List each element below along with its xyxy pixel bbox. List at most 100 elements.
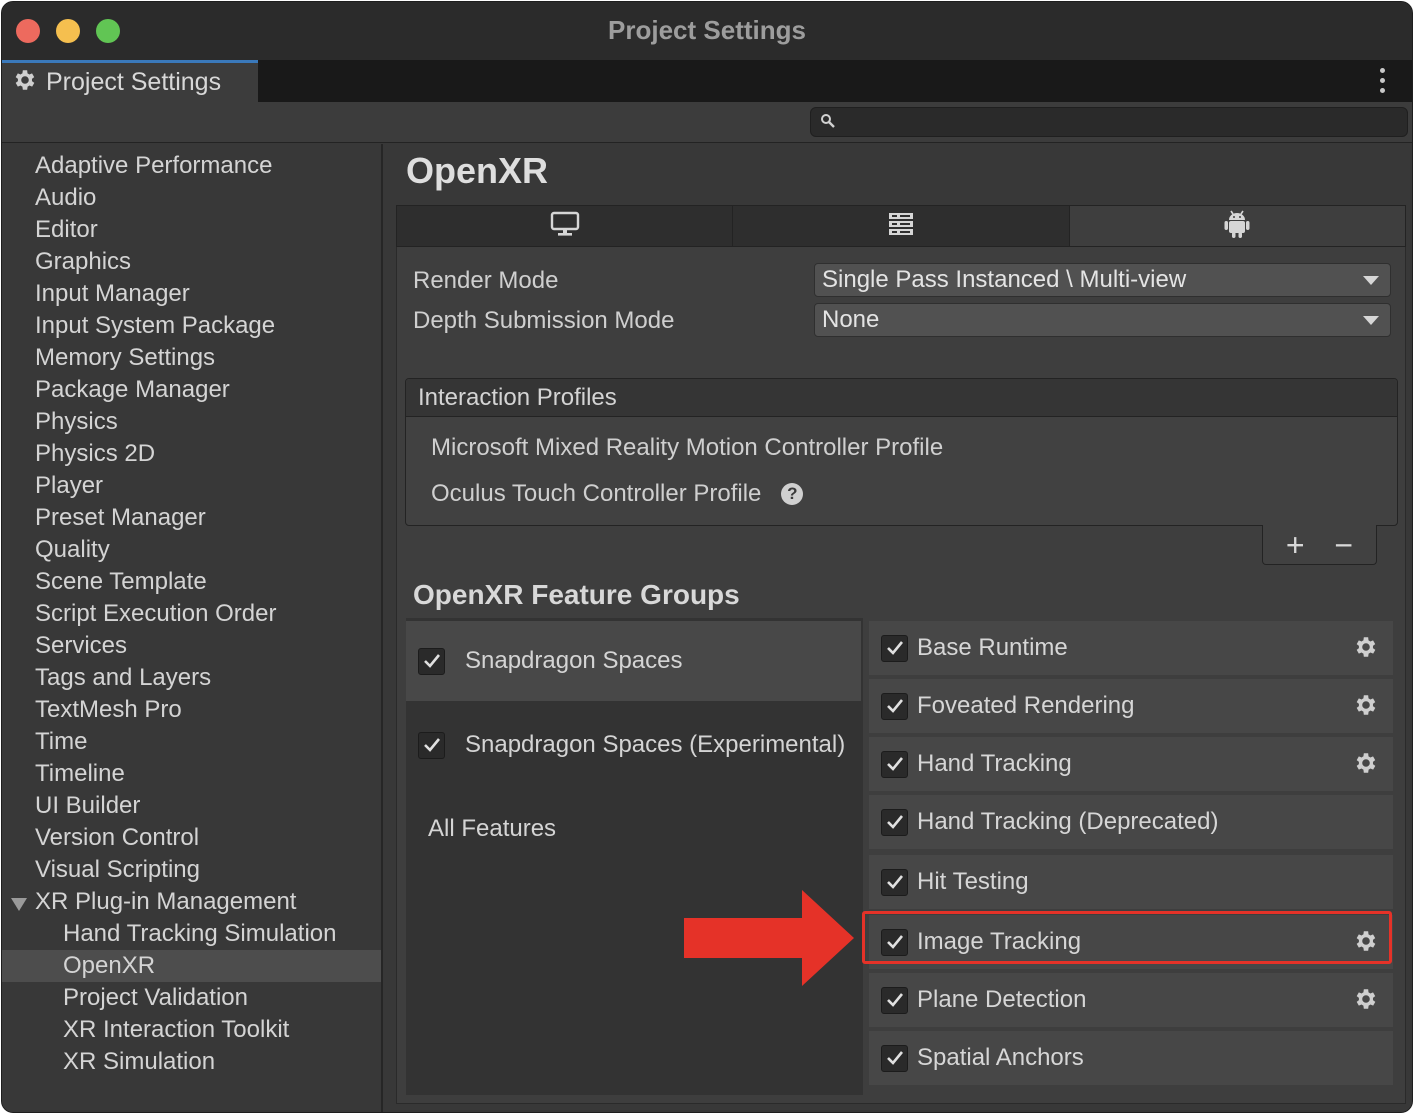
sidebar-item-hand-tracking-simulation[interactable]: Hand Tracking Simulation bbox=[2, 918, 381, 950]
android-icon bbox=[1223, 209, 1251, 244]
feature-group-label: All Features bbox=[428, 815, 557, 842]
sidebar-item-player[interactable]: Player bbox=[2, 470, 381, 502]
profile-add-remove-footer: + − bbox=[1262, 525, 1377, 565]
sidebar-item-input-manager[interactable]: Input Manager bbox=[2, 278, 381, 310]
sidebar-item-quality[interactable]: Quality bbox=[2, 534, 381, 566]
search-row bbox=[2, 102, 1412, 143]
render-mode-value: Single Pass Instanced \ Multi-view bbox=[822, 266, 1187, 293]
sidebar-item-editor[interactable]: Editor bbox=[2, 214, 381, 246]
render-mode-dropdown[interactable]: Single Pass Instanced \ Multi-view bbox=[814, 263, 1391, 297]
sidebar-item-version-control[interactable]: Version Control bbox=[2, 822, 381, 854]
sidebar-item-visual-scripting[interactable]: Visual Scripting bbox=[2, 854, 381, 886]
feature-groups-list: Snapdragon Spaces Snapdragon Spaces (Exp… bbox=[406, 618, 863, 1095]
checkbox[interactable] bbox=[881, 1044, 908, 1072]
sidebar-item-xr-interaction-toolkit[interactable]: XR Interaction Toolkit bbox=[2, 1014, 381, 1046]
sidebar-item-openxr[interactable]: OpenXR bbox=[2, 950, 381, 982]
list-item[interactable]: Oculus Touch Controller Profile ? bbox=[431, 480, 804, 508]
help-icon[interactable]: ? bbox=[781, 483, 804, 505]
sidebar-item-input-system-package[interactable]: Input System Package bbox=[2, 310, 381, 342]
sidebar-item-graphics[interactable]: Graphics bbox=[2, 246, 381, 278]
checkbox[interactable] bbox=[418, 647, 445, 675]
tab-label: Project Settings bbox=[46, 68, 222, 96]
settings-sidebar: Adaptive Performance Audio Editor Graphi… bbox=[2, 144, 383, 1112]
feature-group-label: Snapdragon Spaces bbox=[465, 647, 683, 674]
sidebar-item-script-execution-order[interactable]: Script Execution Order bbox=[2, 598, 381, 630]
gear-icon bbox=[12, 67, 38, 98]
sidebar-item-textmesh-pro[interactable]: TextMesh Pro bbox=[2, 694, 381, 726]
feature-hit-testing[interactable]: Hit Testing bbox=[869, 855, 1393, 909]
sidebar-item-xr-simulation[interactable]: XR Simulation bbox=[2, 1046, 381, 1078]
feature-plane-detection[interactable]: Plane Detection bbox=[869, 973, 1393, 1027]
sidebar-item-timeline[interactable]: Timeline bbox=[2, 758, 381, 790]
feature-label: Hand Tracking (Deprecated) bbox=[917, 808, 1219, 835]
dropdown-arrow-icon bbox=[1363, 316, 1379, 325]
highlight-box bbox=[862, 911, 1392, 964]
title-bar: Project Settings bbox=[2, 2, 1412, 60]
tab-standalone[interactable] bbox=[397, 206, 734, 246]
checkbox[interactable] bbox=[881, 986, 908, 1014]
checkbox[interactable] bbox=[881, 692, 908, 720]
tab-dedicated-server[interactable] bbox=[733, 206, 1070, 246]
sidebar-item-label: XR Plug-in Management bbox=[35, 888, 297, 915]
feature-group-label: Snapdragon Spaces (Experimental) bbox=[465, 731, 846, 758]
feature-label: Spatial Anchors bbox=[917, 1044, 1084, 1071]
annotation-arrow-icon bbox=[684, 890, 854, 991]
sidebar-item-scene-template[interactable]: Scene Template bbox=[2, 566, 381, 598]
sidebar-item-xr-plugin-management[interactable]: XR Plug-in Management bbox=[2, 886, 381, 918]
render-mode-label: Render Mode bbox=[413, 267, 559, 294]
feature-group-snapdragon-spaces[interactable]: Snapdragon Spaces bbox=[406, 621, 861, 701]
search-input[interactable] bbox=[810, 107, 1408, 137]
gear-icon[interactable] bbox=[1353, 692, 1379, 725]
checkbox[interactable] bbox=[418, 731, 445, 759]
feature-base-runtime[interactable]: Base Runtime bbox=[869, 621, 1393, 675]
feature-hand-tracking-deprecated[interactable]: Hand Tracking (Deprecated) bbox=[869, 795, 1393, 849]
profile-label: Microsoft Mixed Reality Motion Controlle… bbox=[431, 434, 944, 461]
expand-caret-icon[interactable] bbox=[11, 898, 27, 911]
feature-group-all-features[interactable]: All Features bbox=[406, 789, 861, 869]
server-icon bbox=[888, 211, 914, 242]
more-options-icon[interactable] bbox=[1380, 68, 1386, 93]
sidebar-item-physics-2d[interactable]: Physics 2D bbox=[2, 438, 381, 470]
depth-submission-mode-label: Depth Submission Mode bbox=[413, 307, 675, 334]
feature-foveated-rendering[interactable]: Foveated Rendering bbox=[869, 679, 1393, 733]
editor-tab-strip: Project Settings bbox=[2, 60, 1412, 102]
depth-submission-mode-value: None bbox=[822, 306, 880, 333]
depth-submission-mode-dropdown[interactable]: None bbox=[814, 303, 1391, 337]
sidebar-item-tags-and-layers[interactable]: Tags and Layers bbox=[2, 662, 381, 694]
sidebar-item-memory-settings[interactable]: Memory Settings bbox=[2, 342, 381, 374]
feature-spatial-anchors[interactable]: Spatial Anchors bbox=[869, 1031, 1393, 1085]
checkbox[interactable] bbox=[881, 868, 908, 896]
gear-icon[interactable] bbox=[1353, 750, 1379, 783]
project-settings-window: Project Settings Project Settings Adapti… bbox=[1, 1, 1413, 1113]
desktop-icon bbox=[550, 211, 580, 242]
feature-groups-title: OpenXR Feature Groups bbox=[413, 579, 740, 610]
sidebar-item-physics[interactable]: Physics bbox=[2, 406, 381, 438]
sidebar-item-ui-builder[interactable]: UI Builder bbox=[2, 790, 381, 822]
gear-icon[interactable] bbox=[1353, 986, 1379, 1019]
sidebar-item-services[interactable]: Services bbox=[2, 630, 381, 662]
feature-label: Base Runtime bbox=[917, 634, 1068, 661]
sidebar-item-adaptive-performance[interactable]: Adaptive Performance bbox=[2, 150, 381, 182]
feature-hand-tracking[interactable]: Hand Tracking bbox=[869, 737, 1393, 791]
sidebar-item-audio[interactable]: Audio bbox=[2, 182, 381, 214]
gear-icon[interactable] bbox=[1353, 634, 1379, 667]
checkbox[interactable] bbox=[881, 808, 908, 836]
sidebar-item-package-manager[interactable]: Package Manager bbox=[2, 374, 381, 406]
feature-label: Plane Detection bbox=[917, 986, 1087, 1013]
remove-profile-button[interactable]: − bbox=[1334, 529, 1353, 561]
checkbox[interactable] bbox=[881, 634, 908, 662]
tab-project-settings[interactable]: Project Settings bbox=[2, 60, 258, 102]
add-profile-button[interactable]: + bbox=[1286, 529, 1305, 561]
sidebar-item-project-validation[interactable]: Project Validation bbox=[2, 982, 381, 1014]
search-icon bbox=[820, 113, 836, 134]
sidebar-item-time[interactable]: Time bbox=[2, 726, 381, 758]
list-item[interactable]: Microsoft Mixed Reality Motion Controlle… bbox=[431, 434, 943, 462]
dropdown-arrow-icon bbox=[1363, 276, 1379, 285]
sidebar-item-preset-manager[interactable]: Preset Manager bbox=[2, 502, 381, 534]
tab-android[interactable] bbox=[1069, 206, 1405, 246]
feature-group-snapdragon-spaces-experimental[interactable]: Snapdragon Spaces (Experimental) bbox=[406, 705, 861, 785]
interaction-profiles-list: Interaction Profiles Microsoft Mixed Rea… bbox=[405, 378, 1398, 526]
checkbox[interactable] bbox=[881, 750, 908, 778]
page-title: OpenXR bbox=[406, 150, 549, 191]
feature-label: Hand Tracking bbox=[917, 750, 1072, 777]
